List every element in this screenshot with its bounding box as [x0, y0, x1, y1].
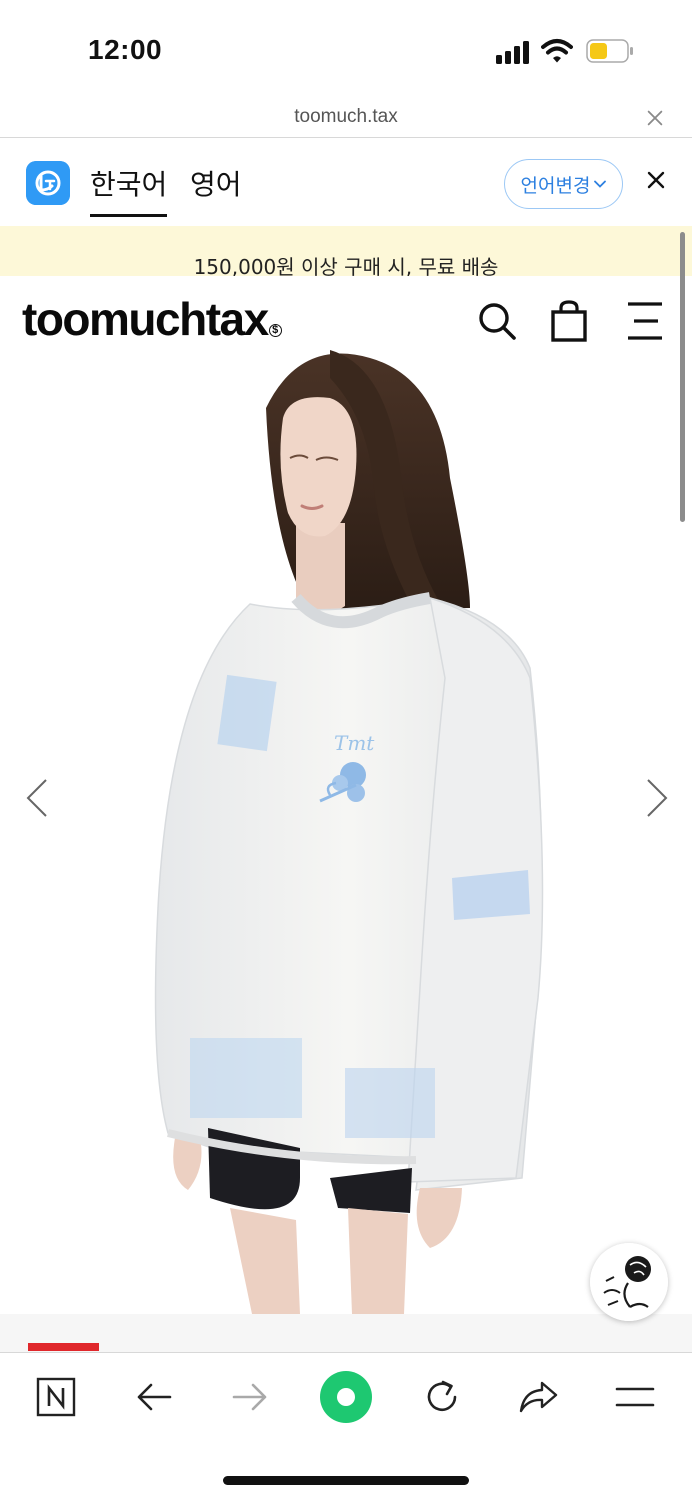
svg-text:Tmt: Tmt	[334, 731, 375, 755]
home-indicator[interactable]	[223, 1476, 469, 1485]
close-icon[interactable]	[645, 108, 665, 128]
tab-korean[interactable]: 한국어	[90, 163, 168, 217]
shopping-bag-icon[interactable]	[548, 300, 590, 342]
wifi-icon	[541, 39, 573, 63]
site-header: toomuchtax $	[0, 276, 692, 356]
content-strip	[0, 1314, 692, 1352]
signal-icon	[496, 40, 532, 64]
logo-text: toomuchtax	[22, 293, 269, 345]
rose-icon[interactable]	[590, 1243, 668, 1321]
share-icon[interactable]	[516, 1375, 560, 1419]
menu-lines-icon[interactable]	[613, 1375, 657, 1419]
menu-icon[interactable]	[624, 300, 666, 342]
scrollbar[interactable]	[680, 232, 685, 522]
close-translate-icon[interactable]	[643, 167, 669, 193]
home-green-icon[interactable]	[320, 1371, 372, 1423]
chevron-down-icon	[594, 180, 607, 188]
change-language-button[interactable]: 언어변경	[504, 159, 623, 209]
naver-n-icon[interactable]	[34, 1375, 78, 1419]
red-marker	[28, 1343, 99, 1351]
status-bar: 12:00	[0, 0, 692, 100]
promo-banner: 150,000원 이상 구매 시, 무료 배송	[0, 226, 692, 279]
url-bar[interactable]: toomuch.tax	[0, 100, 692, 138]
change-language-label: 언어변경	[520, 174, 591, 197]
status-time: 12:00	[88, 34, 163, 65]
reload-icon[interactable]	[420, 1375, 464, 1419]
product-image-carousel[interactable]: Tmt	[0, 348, 692, 1314]
translate-bar: 한국어 영어 언어변경	[0, 139, 692, 226]
tab-english[interactable]: 영어	[190, 163, 242, 203]
battery-icon	[586, 39, 633, 63]
search-icon[interactable]	[476, 300, 518, 342]
back-arrow-icon[interactable]	[132, 1375, 176, 1419]
product-photo: Tmt	[154, 350, 544, 1314]
forward-arrow-icon[interactable]	[228, 1375, 272, 1419]
papago-translate-icon[interactable]	[26, 161, 70, 205]
url-text[interactable]: toomuch.tax	[0, 106, 692, 128]
logo-mark: $	[268, 324, 282, 337]
chevron-left-icon[interactable]	[22, 776, 52, 820]
site-logo[interactable]: toomuchtax $	[22, 292, 282, 346]
chevron-right-icon[interactable]	[642, 776, 672, 820]
